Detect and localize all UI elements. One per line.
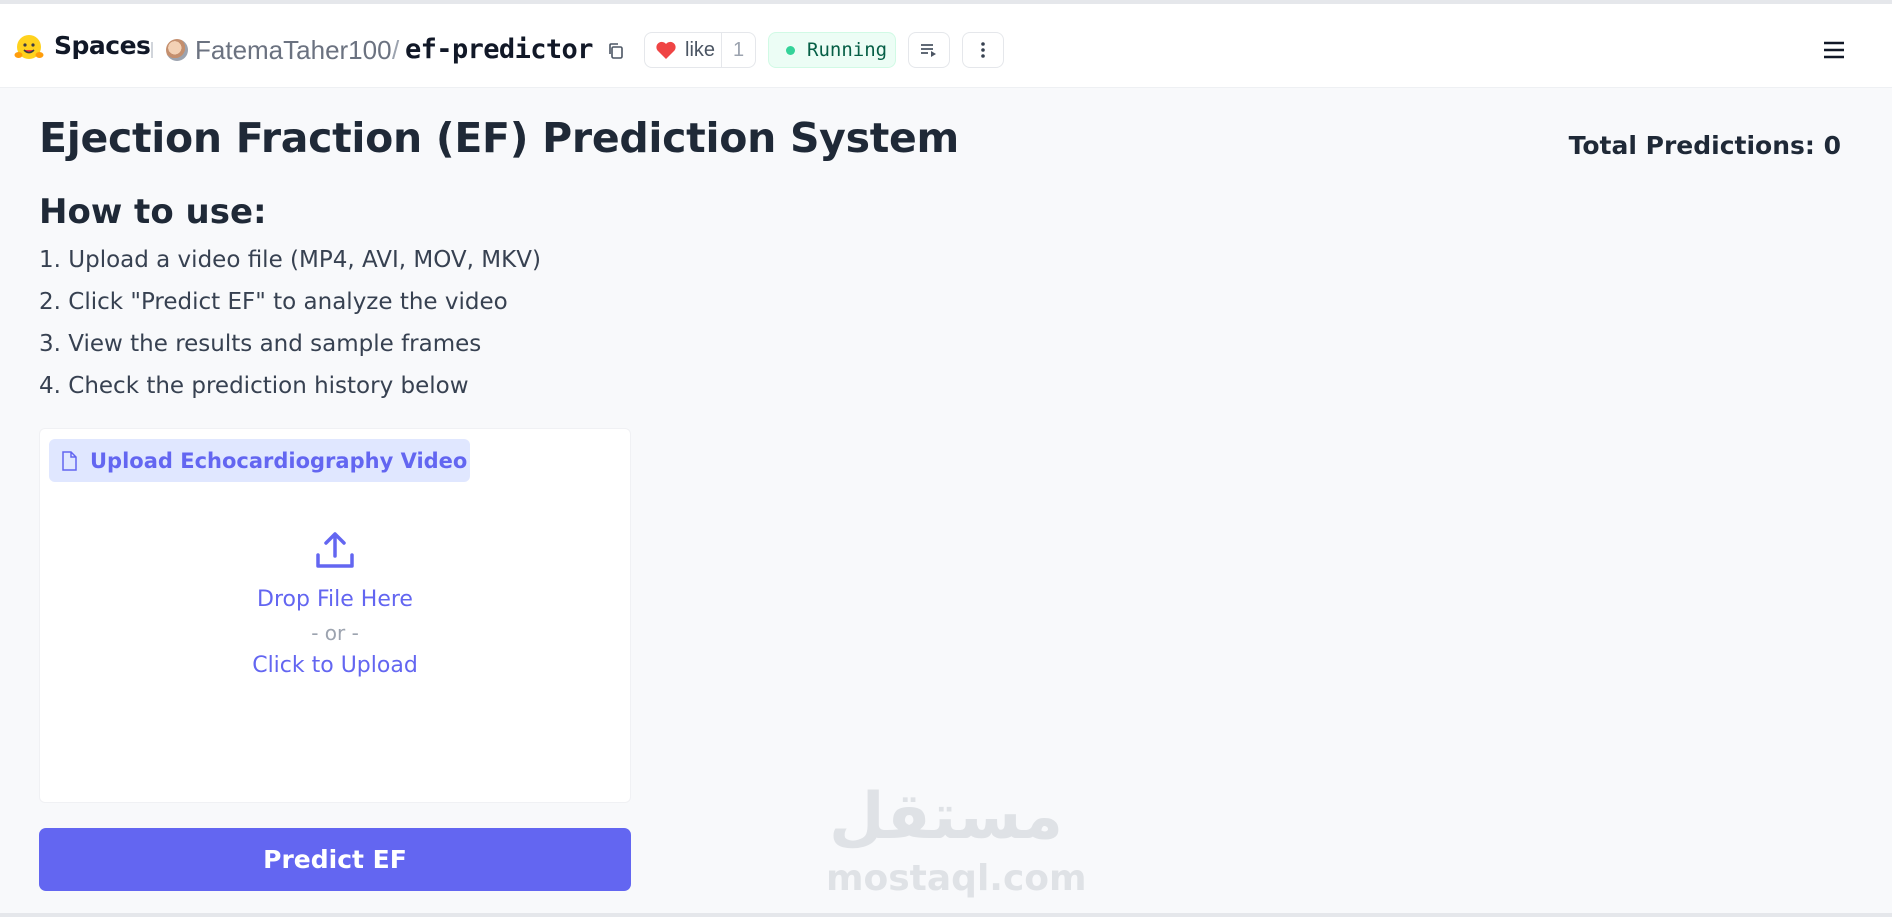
copy-icon[interactable] <box>607 42 625 60</box>
owner-avatar[interactable] <box>166 39 188 61</box>
drop-file-text: Drop File Here <box>257 587 413 612</box>
logs-icon <box>921 44 936 57</box>
upload-label-badge: Upload Echocardiography Video <box>49 439 470 482</box>
more-options-button[interactable] <box>962 32 1004 68</box>
total-predictions: Total Predictions: 0 <box>1568 131 1841 160</box>
step-item: 2. Click "Predict EF" to analyze the vid… <box>39 289 508 315</box>
status-badge: Running <box>768 32 896 68</box>
howto-steps: 1. Upload a video file (MP4, AVI, MOV, M… <box>39 247 541 415</box>
spaces-link[interactable]: Spaces <box>54 31 151 60</box>
step-item: 4. Check the prediction history below <box>39 373 469 399</box>
owner-link[interactable]: FatemaTaher100 <box>195 35 392 66</box>
status-text: Running <box>807 39 888 61</box>
path-separator: / <box>392 35 400 65</box>
header-divider <box>151 42 153 58</box>
repo-name[interactable]: ef-predictor <box>405 34 593 65</box>
watermark: مستقل mostaql.com <box>826 780 1087 900</box>
like-button[interactable]: like 1 <box>644 32 756 68</box>
file-drop-zone[interactable]: Drop File Here - or - Click to Upload <box>40 489 630 799</box>
header-bar: Spaces FatemaTaher100 / ef-predictor lik… <box>0 4 1892 88</box>
like-count-area: 1 <box>645 33 757 69</box>
status-dot <box>786 45 795 55</box>
upload-label: Upload Echocardiography Video <box>90 448 468 473</box>
like-count: 1 <box>733 39 745 61</box>
file-icon <box>62 450 77 471</box>
upload-icon <box>316 532 354 568</box>
menu-icon[interactable] <box>1822 40 1846 60</box>
step-item: 3. View the results and sample frames <box>39 331 482 357</box>
bottom-border <box>0 913 1892 917</box>
logs-button[interactable] <box>908 32 950 68</box>
step-item: 1. Upload a video file (MP4, AVI, MOV, M… <box>39 247 541 273</box>
watermark-latin: mostaql.com <box>826 858 1087 899</box>
like-divider <box>721 33 722 67</box>
predict-ef-button[interactable]: Predict EF <box>39 828 631 891</box>
page-title: Ejection Fraction (EF) Prediction System <box>39 114 959 162</box>
click-to-upload-link[interactable]: Click to Upload <box>40 653 630 678</box>
howto-heading: How to use: <box>39 192 267 232</box>
hugging-face-logo[interactable] <box>14 34 44 62</box>
or-text: - or - <box>311 621 359 645</box>
upload-panel: Upload Echocardiography Video Drop File … <box>39 428 631 803</box>
more-icon <box>981 42 985 58</box>
watermark-arabic: مستقل <box>828 780 1064 854</box>
